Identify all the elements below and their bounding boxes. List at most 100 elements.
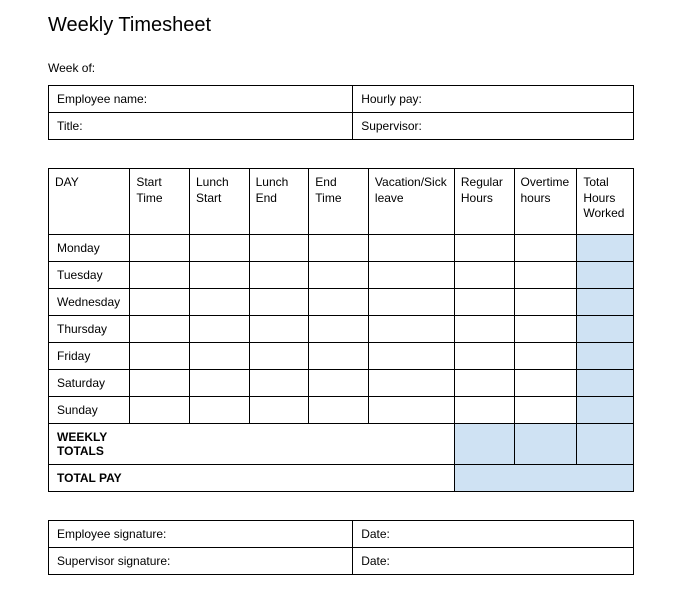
cell-empty bbox=[309, 288, 369, 315]
cell-empty bbox=[454, 288, 514, 315]
day-friday: Friday bbox=[49, 342, 130, 369]
day-tuesday: Tuesday bbox=[49, 261, 130, 288]
cell-empty bbox=[368, 369, 454, 396]
table-header-row: DAY Start Time Lunch Start Lunch End End… bbox=[49, 169, 634, 235]
weekly-totals-label: WEEKLY TOTALS bbox=[49, 423, 130, 464]
table-row: Friday bbox=[49, 342, 634, 369]
cell-empty bbox=[454, 234, 514, 261]
cell-weekly-total bbox=[577, 423, 634, 464]
table-row: Thursday bbox=[49, 315, 634, 342]
cell-empty bbox=[309, 234, 369, 261]
cell-empty bbox=[368, 261, 454, 288]
cell-empty bbox=[368, 464, 454, 491]
day-sunday: Sunday bbox=[49, 396, 130, 423]
cell-empty bbox=[189, 342, 249, 369]
cell-empty bbox=[189, 464, 249, 491]
cell-total-pay bbox=[577, 464, 634, 491]
cell-empty bbox=[189, 423, 249, 464]
employee-name-label: Employee name: bbox=[49, 86, 353, 113]
header-day: DAY bbox=[49, 169, 130, 235]
header-start-time: Start Time bbox=[130, 169, 190, 235]
hourly-pay-label: Hourly pay: bbox=[353, 86, 634, 113]
cell-empty bbox=[130, 464, 190, 491]
cell-empty bbox=[130, 369, 190, 396]
day-saturday: Saturday bbox=[49, 369, 130, 396]
cell-empty bbox=[454, 396, 514, 423]
cell-empty bbox=[514, 396, 577, 423]
day-thursday: Thursday bbox=[49, 315, 130, 342]
signature-table: Employee signature: Date: Supervisor sig… bbox=[48, 520, 634, 575]
cell-empty bbox=[309, 342, 369, 369]
cell-empty bbox=[189, 261, 249, 288]
table-row: Monday bbox=[49, 234, 634, 261]
cell-empty bbox=[249, 315, 309, 342]
cell-empty bbox=[368, 288, 454, 315]
cell-empty bbox=[309, 396, 369, 423]
weekly-totals-row: WEEKLY TOTALS bbox=[49, 423, 634, 464]
cell-empty bbox=[309, 315, 369, 342]
table-row: Tuesday bbox=[49, 261, 634, 288]
table-row: Supervisor signature: Date: bbox=[49, 547, 634, 574]
header-lunch-end: Lunch End bbox=[249, 169, 309, 235]
cell-total-hours bbox=[577, 315, 634, 342]
header-lunch-start: Lunch Start bbox=[189, 169, 249, 235]
table-row: Sunday bbox=[49, 396, 634, 423]
header-vacation-sick: Vacation/Sick leave bbox=[368, 169, 454, 235]
cell-total-hours bbox=[577, 288, 634, 315]
cell-total-pay bbox=[514, 464, 577, 491]
employee-info-table: Employee name: Hourly pay: Title: Superv… bbox=[48, 85, 634, 140]
table-row: Wednesday bbox=[49, 288, 634, 315]
cell-empty bbox=[130, 396, 190, 423]
cell-empty bbox=[249, 369, 309, 396]
cell-total-hours bbox=[577, 369, 634, 396]
cell-total-hours bbox=[577, 396, 634, 423]
header-overtime-hours: Overtime hours bbox=[514, 169, 577, 235]
cell-empty bbox=[189, 234, 249, 261]
page-title: Weekly Timesheet bbox=[48, 14, 634, 37]
cell-empty bbox=[514, 261, 577, 288]
cell-empty bbox=[454, 369, 514, 396]
cell-empty bbox=[189, 369, 249, 396]
cell-empty bbox=[130, 315, 190, 342]
cell-empty bbox=[309, 261, 369, 288]
cell-weekly-regular bbox=[454, 423, 514, 464]
cell-empty bbox=[189, 315, 249, 342]
cell-empty bbox=[454, 342, 514, 369]
cell-empty bbox=[130, 288, 190, 315]
cell-total-hours bbox=[577, 342, 634, 369]
cell-empty bbox=[309, 464, 369, 491]
date-label: Date: bbox=[353, 547, 634, 574]
cell-empty bbox=[130, 342, 190, 369]
header-total-hours: Total Hours Worked bbox=[577, 169, 634, 235]
cell-empty bbox=[368, 396, 454, 423]
cell-empty bbox=[514, 234, 577, 261]
header-regular-hours: Regular Hours bbox=[454, 169, 514, 235]
cell-empty bbox=[249, 396, 309, 423]
cell-empty bbox=[514, 315, 577, 342]
cell-empty bbox=[454, 261, 514, 288]
supervisor-signature-label: Supervisor signature: bbox=[49, 547, 353, 574]
cell-empty bbox=[514, 369, 577, 396]
supervisor-label: Supervisor: bbox=[353, 113, 634, 140]
cell-empty bbox=[368, 342, 454, 369]
cell-empty bbox=[249, 423, 309, 464]
cell-empty bbox=[130, 423, 190, 464]
employee-signature-label: Employee signature: bbox=[49, 520, 353, 547]
cell-empty bbox=[189, 396, 249, 423]
table-row: Title: Supervisor: bbox=[49, 113, 634, 140]
cell-empty bbox=[454, 315, 514, 342]
cell-empty bbox=[368, 423, 454, 464]
cell-empty bbox=[249, 464, 309, 491]
date-label: Date: bbox=[353, 520, 634, 547]
day-monday: Monday bbox=[49, 234, 130, 261]
table-row: Employee name: Hourly pay: bbox=[49, 86, 634, 113]
cell-empty bbox=[130, 234, 190, 261]
table-row: Saturday bbox=[49, 369, 634, 396]
cell-empty bbox=[309, 369, 369, 396]
cell-empty bbox=[249, 261, 309, 288]
week-of-label: Week of: bbox=[48, 61, 634, 75]
cell-empty bbox=[368, 234, 454, 261]
header-end-time: End Time bbox=[309, 169, 369, 235]
total-pay-label: TOTAL PAY bbox=[49, 464, 130, 491]
table-row: Employee signature: Date: bbox=[49, 520, 634, 547]
